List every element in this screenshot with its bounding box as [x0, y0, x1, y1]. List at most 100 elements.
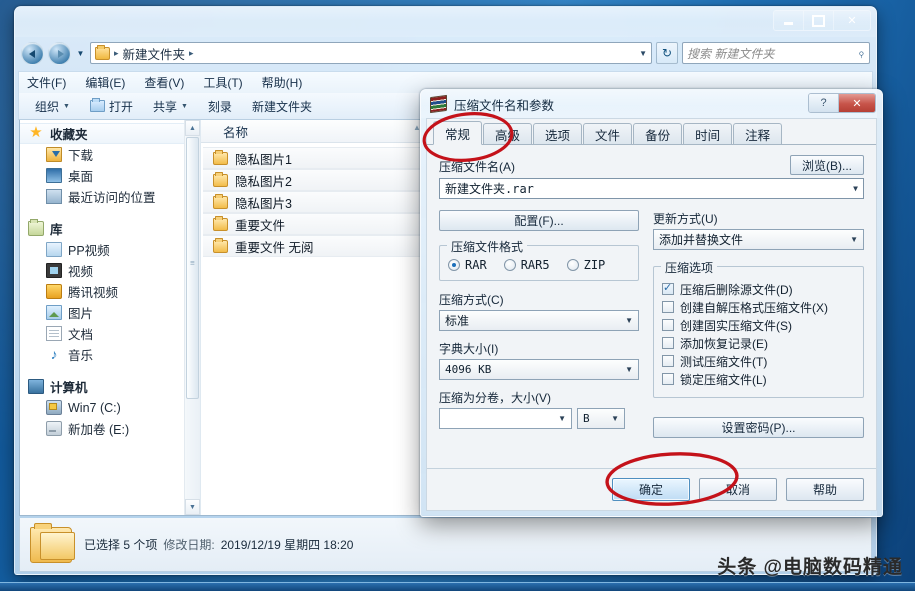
organize-label: 组织 — [35, 99, 60, 114]
sidebar-item-music[interactable]: ♪ 音乐 — [20, 344, 200, 365]
system-drive-icon — [46, 400, 62, 415]
open-folder-icon — [89, 98, 105, 112]
set-password-button[interactable]: 设置密码(P)... — [653, 417, 864, 438]
sidebar-item-drive-c[interactable]: Win7 (C:) — [20, 397, 200, 418]
split-volume-unit-select[interactable]: B ▼ — [577, 408, 625, 429]
dialog-titlebar[interactable]: 压缩文件名和参数 ? ✕ — [421, 90, 882, 118]
checkbox-icon — [662, 373, 674, 385]
sidebar-item-documents[interactable]: 文档 — [20, 323, 200, 344]
scroll-up-arrow-icon[interactable]: ▲ — [185, 120, 200, 136]
dictionary-size-select[interactable]: 4096 KB ▼ — [439, 359, 639, 380]
tab-options[interactable]: 选项 — [533, 123, 583, 144]
status-folder-icon — [30, 522, 75, 563]
chevron-down-icon[interactable]: ▼ — [853, 184, 861, 193]
sidebar-item-label: 腾讯视频 — [68, 286, 119, 300]
checkbox-delete-after[interactable]: 压缩后删除源文件(D) — [662, 280, 855, 298]
sidebar-item-recent-places[interactable]: 最近访问的位置 — [20, 186, 200, 207]
sidebar-item-label: Win7 (C:) — [68, 400, 121, 415]
address-dropdown-caret-icon[interactable]: ▼ — [639, 49, 647, 58]
minimize-button[interactable] — [774, 11, 804, 30]
sidebar-item-label: 视频 — [68, 265, 94, 279]
maximize-button[interactable] — [804, 11, 834, 30]
update-mode-value: 添加并替换文件 — [659, 233, 744, 247]
share-button[interactable]: 共享 ▼ — [145, 96, 196, 117]
back-button[interactable] — [21, 41, 44, 65]
organize-button[interactable]: 组织 ▼ — [27, 96, 78, 117]
checkbox-label: 压缩后删除源文件(D) — [680, 282, 793, 297]
close-button[interactable]: ✕ — [834, 11, 870, 30]
tab-advanced[interactable]: 高级 — [483, 123, 533, 144]
tab-files[interactable]: 文件 — [583, 123, 633, 144]
close-icon[interactable]: ✕ — [839, 94, 875, 112]
tab-comment[interactable]: 注释 — [733, 123, 783, 144]
sidebar-item-label: 音乐 — [68, 349, 94, 363]
folder-icon — [213, 215, 228, 231]
sidebar-item-label: 计算机 — [50, 381, 88, 395]
checkbox-lock-archive[interactable]: 锁定压缩文件(L) — [662, 370, 855, 388]
menu-item-tools[interactable]: 工具(T) — [203, 74, 253, 91]
sidebar-item-favorites[interactable]: ★ 收藏夹 — [20, 123, 200, 144]
radio-zip[interactable]: ZIP — [566, 258, 605, 272]
chevron-down-icon[interactable]: ▼ — [625, 316, 636, 325]
sidebar-item-drive-e[interactable]: 新加卷 (E:) — [20, 418, 200, 439]
breadcrumb-item-current[interactable]: 新建文件夹 — [123, 44, 186, 63]
compression-method-select[interactable]: 标准 ▼ — [439, 310, 639, 331]
sidebar-item-libraries[interactable]: 库 — [20, 218, 200, 239]
search-icon: ⌕ — [853, 45, 869, 60]
chevron-down-icon[interactable]: ▼ — [558, 414, 569, 423]
chevron-down-icon[interactable]: ▼ — [625, 365, 636, 374]
forward-button[interactable] — [48, 41, 71, 65]
checkbox-create-solid[interactable]: 创建固实压缩文件(S) — [662, 316, 855, 334]
cancel-button[interactable]: 取消 — [699, 478, 777, 501]
profile-button[interactable]: 配置(F)... — [439, 210, 639, 231]
sidebar-item-computer[interactable]: 计算机 — [20, 376, 200, 397]
tab-backup[interactable]: 备份 — [633, 123, 683, 144]
menu-item-view[interactable]: 查看(V) — [144, 74, 195, 91]
scrollbar-thumb[interactable] — [186, 137, 199, 399]
address-bar-row: ▼ ▸ 新建文件夹 ▸ ▼ ↻ 搜索 新建文件夹 ⌕ — [21, 37, 870, 69]
burn-button[interactable]: 刻录 — [200, 96, 240, 117]
radio-rar5[interactable]: RAR5 — [503, 258, 550, 272]
ok-button[interactable]: 确定 — [612, 478, 690, 501]
sidebar-item-downloads[interactable]: 下载 — [20, 144, 200, 165]
radio-rar[interactable]: RAR — [448, 258, 487, 272]
archive-name-input[interactable]: 新建文件夹.rar ▼ — [439, 178, 864, 199]
help-button[interactable]: 帮助 — [786, 478, 864, 501]
new-folder-button[interactable]: 新建文件夹 — [244, 96, 320, 117]
checkbox-label: 创建固实压缩文件(S) — [680, 318, 792, 333]
checkbox-create-sfx[interactable]: 创建自解压格式压缩文件(X) — [662, 298, 855, 316]
menu-item-file[interactable]: 文件(F) — [27, 74, 77, 91]
navigation-pane: ★ 收藏夹 下载 桌面 最近访问的位置 库 PP视频 视频 腾讯视频 图片 文档… — [20, 120, 201, 515]
sidebar-item-pp-video[interactable]: PP视频 — [20, 239, 200, 260]
chevron-down-icon[interactable]: ▼ — [611, 414, 622, 423]
explorer-titlebar[interactable]: ✕ — [15, 7, 876, 37]
menu-item-help[interactable]: 帮助(H) — [262, 74, 314, 91]
nav-group-libraries: 库 PP视频 视频 腾讯视频 图片 文档 ♪ 音乐 — [20, 218, 200, 365]
split-volume-input[interactable]: ▼ — [439, 408, 572, 429]
checkbox-icon — [662, 301, 674, 313]
checkbox-test-archive[interactable]: 测试压缩文件(T) — [662, 352, 855, 370]
open-button[interactable]: 打开 — [82, 96, 141, 117]
browse-button[interactable]: 浏览(B)... — [790, 155, 864, 175]
help-button-titlebar[interactable]: ? — [809, 94, 839, 112]
download-folder-icon — [46, 147, 62, 162]
sidebar-item-videos[interactable]: 视频 — [20, 260, 200, 281]
sidebar-item-tencent-video[interactable]: 腾讯视频 — [20, 281, 200, 302]
folder-icon — [95, 44, 110, 60]
chevron-down-icon[interactable]: ▼ — [850, 235, 861, 244]
navpane-scrollbar[interactable]: ▲ ▼ — [184, 120, 200, 515]
sidebar-item-desktop[interactable]: 桌面 — [20, 165, 200, 186]
sidebar-item-label: 图片 — [68, 307, 94, 321]
breadcrumb[interactable]: ▸ 新建文件夹 ▸ ▼ — [90, 42, 652, 64]
update-mode-select[interactable]: 添加并替换文件 ▼ — [653, 229, 864, 250]
tab-general[interactable]: 常规 — [433, 121, 483, 145]
search-input[interactable]: 搜索 新建文件夹 ⌕ — [682, 42, 870, 64]
scroll-down-arrow-icon[interactable]: ▼ — [185, 499, 200, 515]
refresh-button[interactable]: ↻ — [656, 42, 678, 64]
tencent-video-icon — [46, 284, 62, 299]
tab-time[interactable]: 时间 — [683, 123, 733, 144]
recent-pages-caret-icon[interactable]: ▼ — [75, 49, 86, 58]
menu-item-edit[interactable]: 编辑(E) — [85, 74, 136, 91]
sidebar-item-pictures[interactable]: 图片 — [20, 302, 200, 323]
checkbox-add-recovery-record[interactable]: 添加恢复记录(E) — [662, 334, 855, 352]
